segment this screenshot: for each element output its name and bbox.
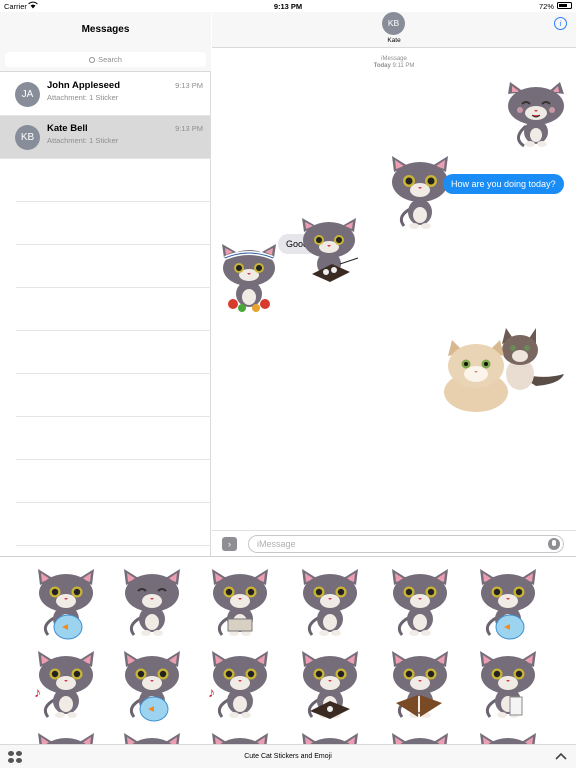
cat-happy-sticker[interactable] [118,565,188,641]
conversation-time: 9:13 PM [175,124,203,133]
outgoing-message-bubble[interactable]: How are you doing today? [443,174,564,194]
message-timestamp: Today 9:11 PM [212,63,576,69]
info-icon[interactable]: i [554,17,567,30]
cat-sticker-partial[interactable] [296,729,366,744]
list-divider [16,459,211,460]
timestamp-time: 9:11 PM [392,63,415,69]
search-input[interactable]: Search [5,52,206,67]
cat-worried-sticker[interactable] [296,565,366,641]
cat-smiling-sticker[interactable] [386,565,456,641]
cat-sushi-sticker[interactable] [298,216,364,288]
avatar: JA [15,82,40,107]
cat-sticker-partial[interactable] [206,729,276,744]
conversation-preview: Attachment: 1 Sticker [47,136,119,145]
search-icon [89,57,96,63]
status-time: 9:13 PM [273,2,303,11]
avatar: KB [15,125,40,150]
sidebar-title: Messages [81,24,130,35]
app-drawer-bar: Cute Cat Stickers and Emoji [0,744,576,768]
cat-sticker-partial[interactable] [474,729,544,744]
list-divider [16,201,211,202]
list-divider [16,545,211,546]
cat-fishbowl-sticker[interactable] [32,565,102,641]
conversation-header: KB Kate i [212,12,576,48]
cat-music-sticker[interactable]: ♪ [32,647,102,723]
service-label: iMessage [381,56,407,62]
battery-percent: 72% [538,2,554,11]
battery-icon [557,2,572,9]
list-divider [16,244,211,245]
message-input-placeholder: iMessage [257,539,296,549]
conversation-item-kate[interactable]: KB Kate Bell 9:13 PM Attachment: 1 Stick… [0,116,211,159]
cat-happy-sticker[interactable] [492,80,568,150]
list-divider [16,287,211,288]
timestamp-day: Today [373,63,391,69]
cat-eating-sticker[interactable] [386,647,456,723]
cat-annoyed-sticker[interactable] [474,565,544,641]
cat-sticker-partial[interactable] [118,729,188,744]
conversation-item-john[interactable]: JA John Appleseed 9:13 PM Attachment: 1 … [0,73,211,116]
cat-music-fishbowl-sticker[interactable]: ♪ [206,647,276,723]
cat-fruit-sticker[interactable] [218,242,280,314]
search-bar: Search [0,48,211,72]
expand-apps-button[interactable]: › [222,537,237,551]
svg-text:♪: ♪ [208,684,215,700]
list-divider [16,416,211,417]
cat-sticker-partial[interactable] [386,729,456,744]
sidebar-header: Messages [0,12,211,48]
chevron-up-icon[interactable] [554,750,568,762]
two-kittens-sticker[interactable] [440,320,568,414]
cat-sushi-sticker[interactable] [296,647,366,723]
list-divider [16,502,211,503]
conversation-preview: Attachment: 1 Sticker [47,93,119,102]
contact-name[interactable]: Kate [212,37,576,44]
status-bar: Carrier 9:13 PM 72% [0,0,576,12]
cat-holding-box-sticker[interactable] [206,565,276,641]
cat-sticker-partial[interactable] [32,729,102,744]
conversation-name: John Appleseed [47,80,121,91]
sticker-pack-title: Cute Cat Stickers and Emoji [244,753,332,760]
contact-avatar[interactable]: KB [382,12,405,35]
conversation-list-pane: Messages Search JA John Appleseed 9:13 P… [0,12,211,556]
svg-text:♪: ♪ [34,684,41,700]
conversation-name: Kate Bell [47,123,88,134]
sticker-drawer: ♪ ♪ [0,556,576,744]
conversation-time: 9:13 PM [175,81,203,90]
cat-milk-sticker[interactable] [474,647,544,723]
list-divider [16,373,211,374]
cat-sitting-sticker[interactable] [386,152,456,232]
microphone-icon[interactable] [548,538,560,550]
cat-angry-sticker[interactable] [118,647,188,723]
conversation-pane: KB Kate i iMessage Today 9:11 PM How are… [212,12,576,556]
message-input-bar: › iMessage [212,530,576,556]
message-input[interactable]: iMessage [248,535,564,553]
list-divider [16,330,211,331]
search-placeholder: Search [98,55,122,64]
